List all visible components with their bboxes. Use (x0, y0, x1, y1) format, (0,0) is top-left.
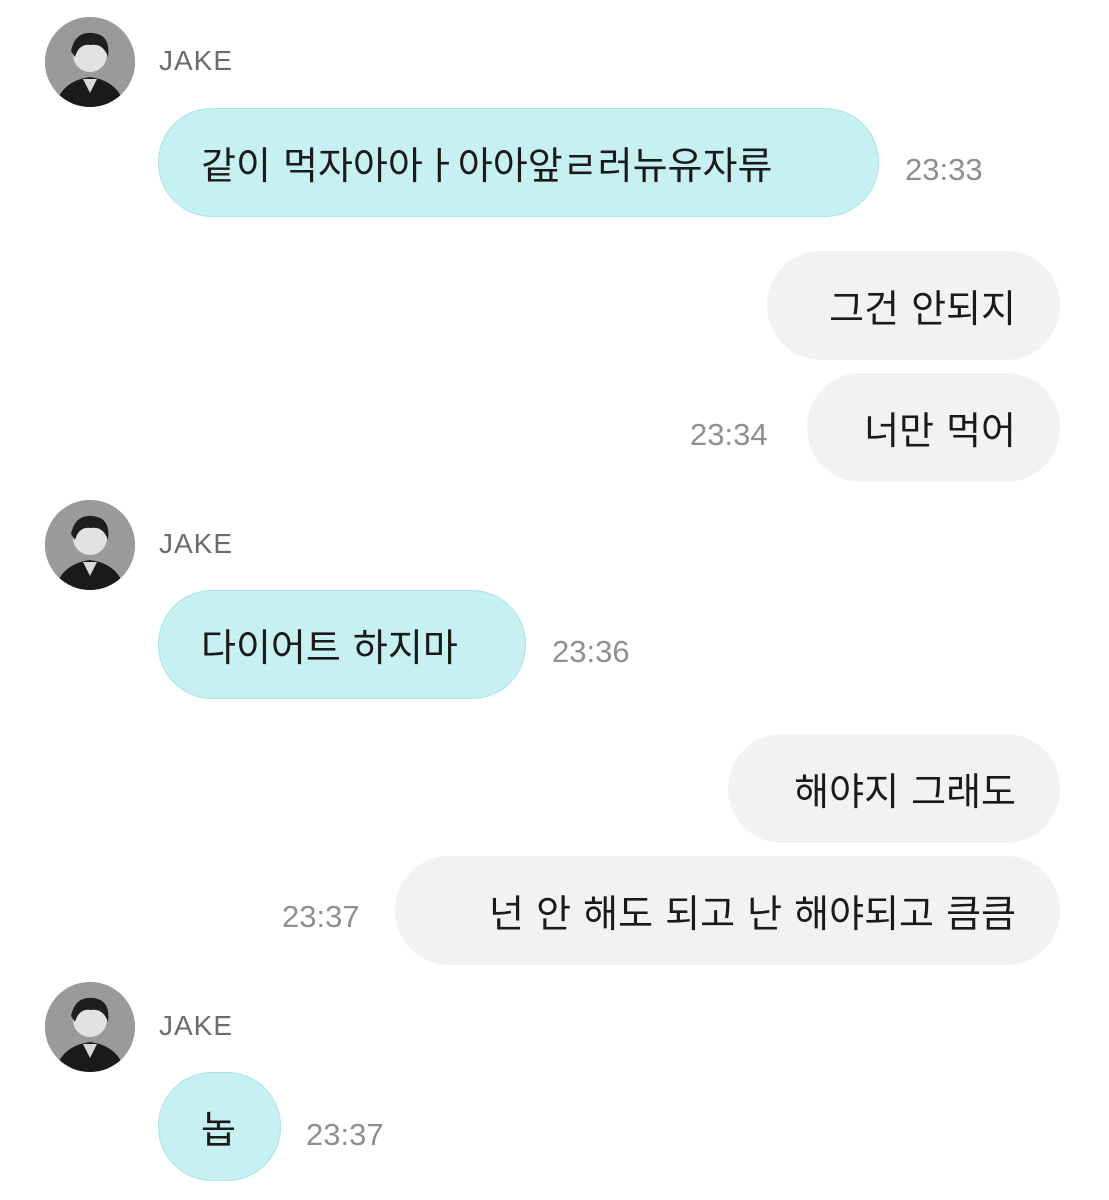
avatar-photo-icon (45, 982, 135, 1072)
avatar[interactable] (45, 500, 135, 590)
message-text: 너만 먹어 (864, 409, 1016, 453)
sender-name: JAKE (159, 45, 234, 76)
message-bubble-outgoing[interactable]: 그건 안되지 (767, 251, 1060, 360)
avatar-photo-icon (45, 17, 135, 107)
message-timestamp: 23:37 (282, 899, 360, 934)
message-bubble-outgoing[interactable]: 넌 안 해도 되고 난 해야되고 큼큼 (395, 856, 1060, 965)
message-bubble-incoming[interactable]: 놉 (158, 1072, 281, 1181)
sender-name: JAKE (159, 1010, 234, 1041)
sender-name: JAKE (159, 528, 234, 559)
message-text: 넌 안 해도 되고 난 해야되고 큼큼 (489, 892, 1016, 936)
message-timestamp: 23:36 (552, 634, 630, 669)
avatar[interactable] (45, 982, 135, 1072)
message-text: 다이어트 하지마 (201, 626, 458, 670)
message-bubble-incoming[interactable]: 다이어트 하지마 (158, 590, 526, 699)
message-text: 해야지 그래도 (794, 770, 1016, 814)
message-text: 그건 안되지 (829, 287, 1016, 331)
avatar-photo-icon (45, 500, 135, 590)
message-bubble-outgoing[interactable]: 너만 먹어 (807, 373, 1060, 482)
message-text: 놉 (201, 1108, 236, 1152)
message-text: 같이 먹자아아ㅏ아아앞ㄹ러뉴유자류 (201, 144, 773, 188)
message-timestamp: 23:33 (905, 152, 983, 187)
message-timestamp: 23:34 (690, 417, 768, 452)
message-timestamp: 23:37 (306, 1117, 384, 1152)
avatar[interactable] (45, 17, 135, 107)
chat-screen: { "sender_name": "JAKE", "messages": [ {… (0, 0, 1109, 1200)
message-bubble-outgoing[interactable]: 해야지 그래도 (728, 734, 1060, 843)
message-bubble-incoming[interactable]: 같이 먹자아아ㅏ아아앞ㄹ러뉴유자류 (158, 108, 879, 217)
